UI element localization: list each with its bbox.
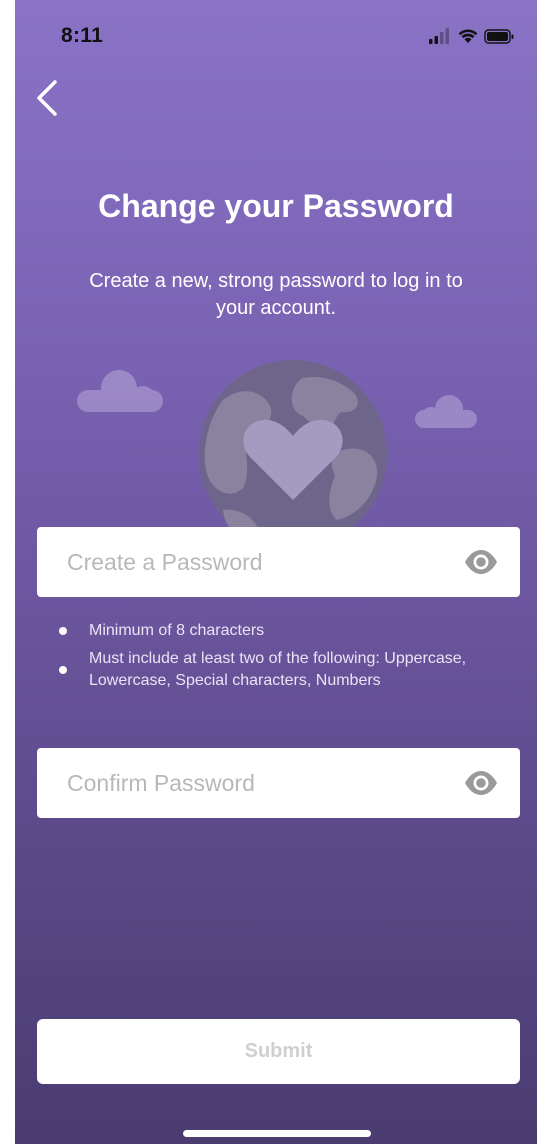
- chevron-left-icon: [37, 80, 57, 116]
- create-password-input[interactable]: [65, 527, 445, 597]
- confirm-password-input[interactable]: [65, 748, 445, 818]
- signal-icon: [429, 28, 449, 44]
- battery-icon: [484, 29, 514, 44]
- cloud-icon: [77, 370, 163, 412]
- page-title: Change your Password: [98, 188, 454, 224]
- status-bar: 8:11: [15, 0, 537, 70]
- submit-button[interactable]: Submit: [37, 1019, 520, 1084]
- bullet: [59, 666, 67, 674]
- create-password-field[interactable]: [37, 527, 520, 597]
- app-screen: 8:11 Change your Password Create a new, …: [15, 0, 537, 1144]
- bullet: [59, 627, 67, 635]
- password-requirements: Minimum of 8 characters Must include at …: [59, 620, 529, 698]
- wifi-icon: [458, 29, 478, 43]
- status-time: 8:11: [61, 24, 104, 47]
- cloud-icon: [415, 395, 477, 428]
- status-icons: [429, 28, 514, 44]
- confirm-password-field[interactable]: [37, 748, 520, 818]
- globe-heart-illustration: [77, 360, 477, 530]
- requirement-item: Minimum of 8 characters: [59, 620, 529, 642]
- requirement-text: Minimum of 8 characters: [89, 622, 265, 639]
- eye-icon[interactable]: [464, 769, 498, 797]
- requirement-item: Must include at least two of the followi…: [59, 648, 529, 692]
- home-indicator: [183, 1130, 371, 1137]
- page-subtitle: Create a new, strong password to log in …: [89, 270, 463, 319]
- back-button[interactable]: [33, 74, 77, 122]
- eye-icon[interactable]: [464, 548, 498, 576]
- requirement-text: Must include at least two of the followi…: [89, 650, 467, 689]
